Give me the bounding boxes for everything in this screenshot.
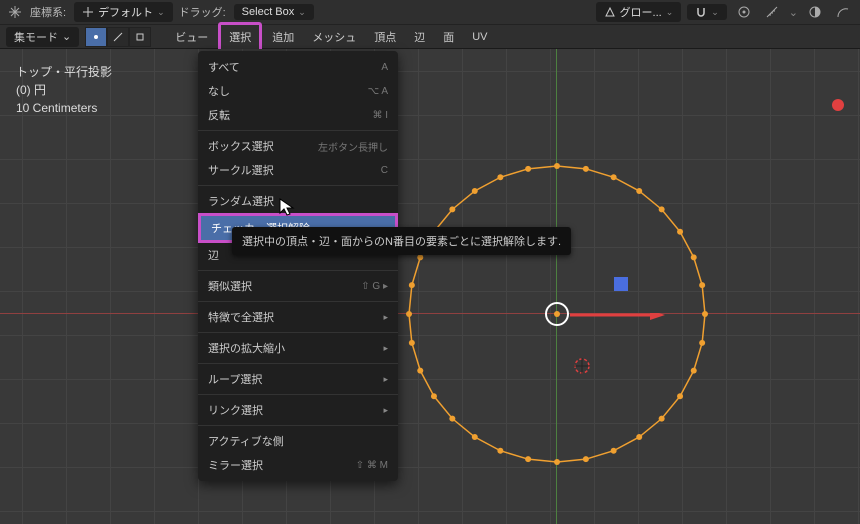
chevron-down-icon: ⌄: [298, 7, 306, 18]
chevron-down-icon: ⌄: [666, 7, 674, 18]
pivot-icon: [604, 6, 616, 18]
orient-value: グロー...: [620, 4, 662, 20]
drag-label: ドラッグ:: [179, 4, 226, 20]
proportional-edit-icon[interactable]: [733, 1, 755, 23]
dd-all[interactable]: すべてA: [198, 55, 398, 79]
dd-similar[interactable]: 類似選択⇧ G ▸: [198, 274, 398, 298]
chevron-down-icon: ⌄: [157, 7, 165, 18]
menu-mesh[interactable]: メッシュ: [304, 25, 364, 49]
origin-dot: [554, 311, 560, 317]
dd-linked[interactable]: リンク選択▸: [198, 398, 398, 422]
menu-vertex[interactable]: 頂点: [366, 25, 404, 49]
menu-edge[interactable]: 辺: [406, 25, 433, 49]
tooltip: 選択中の頂点・辺・面からのN番目の要素ごとに選択解除します.: [232, 227, 571, 255]
arc-icon[interactable]: [832, 1, 854, 23]
magnet-icon: [695, 6, 707, 18]
vertex-mode[interactable]: [85, 27, 107, 47]
drag-value: Select Box: [242, 6, 295, 18]
dd-random[interactable]: ランダム選択: [198, 189, 398, 213]
coord-label: 座標系:: [30, 4, 66, 20]
edge-mode[interactable]: [107, 27, 129, 47]
axes-icon: [82, 6, 94, 18]
nav-dot-icon[interactable]: [832, 99, 844, 111]
measure-icon[interactable]: [761, 1, 783, 23]
dd-active-side[interactable]: アクティブな側: [198, 429, 398, 453]
dd-box[interactable]: ボックス選択左ボタン長押し: [198, 134, 398, 158]
gizmo-handle-z[interactable]: [614, 277, 628, 291]
menu-add[interactable]: 追加: [264, 25, 302, 49]
chevron-down-icon: ⌄: [711, 7, 719, 18]
gizmo-arrow-x[interactable]: [570, 313, 670, 333]
select-mode-group: [85, 27, 151, 47]
chevron-down-icon: ⌄: [789, 6, 798, 19]
face-mode[interactable]: [129, 27, 151, 47]
shading-icon[interactable]: [804, 1, 826, 23]
mode-dropdown[interactable]: 集モード ⌄: [6, 27, 79, 47]
dd-none[interactable]: なし⌥ A: [198, 79, 398, 103]
mesh-circle[interactable]: [0, 49, 860, 524]
viewport[interactable]: トップ・平行投影 (0) 円 10 Centimeters すべてA なし⌥ A…: [0, 49, 860, 524]
menu-view[interactable]: ビュー: [167, 25, 216, 49]
header-toolbar: 座標系: デフォルト ⌄ ドラッグ: Select Box ⌄ グロー... ⌄…: [0, 0, 860, 25]
drag-dropdown[interactable]: Select Box ⌄: [234, 4, 314, 20]
snap-dropdown[interactable]: ⌄: [687, 4, 727, 20]
dd-loop[interactable]: ループ選択▸: [198, 367, 398, 391]
dd-more-less[interactable]: 選択の拡大縮小▸: [198, 336, 398, 360]
menu-select[interactable]: 選択: [218, 22, 262, 52]
orient-dropdown[interactable]: グロー... ⌄: [596, 2, 682, 22]
dd-circle[interactable]: サークル選択C: [198, 158, 398, 182]
coord-dropdown[interactable]: デフォルト ⌄: [74, 2, 173, 22]
chevron-down-icon: ⌄: [62, 30, 71, 43]
orientation-icon[interactable]: [6, 3, 24, 21]
menu-uv[interactable]: UV: [464, 27, 495, 47]
subheader-toolbar: 集モード ⌄ ビュー 選択 追加 メッシュ 頂点 辺 面 UV: [0, 25, 860, 49]
coord-value: デフォルト: [98, 4, 153, 20]
select-dropdown: すべてA なし⌥ A 反転⌘ I ボックス選択左ボタン長押し サークル選択C ラ…: [198, 51, 398, 481]
dd-all-by-trait[interactable]: 特徴で全選択▸: [198, 305, 398, 329]
dd-invert[interactable]: 反転⌘ I: [198, 103, 398, 127]
cursor-3d-icon: [570, 354, 594, 378]
mode-label: 集モード: [14, 29, 58, 45]
menu-face[interactable]: 面: [435, 25, 462, 49]
dd-mirror[interactable]: ミラー選択⇧ ⌘ M: [198, 453, 398, 477]
